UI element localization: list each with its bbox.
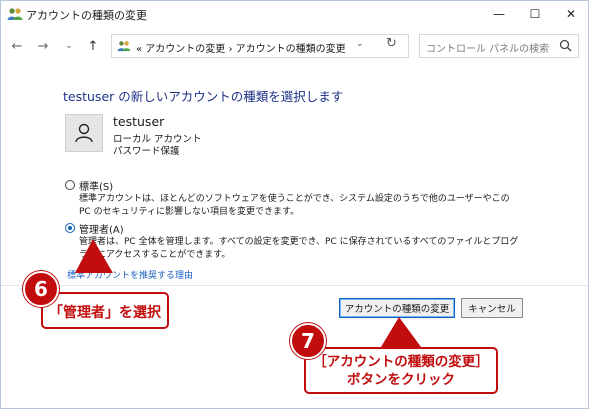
- standard-radio[interactable]: [65, 180, 75, 190]
- users-icon: [117, 41, 131, 52]
- recent-locations-button[interactable]: ⌄: [59, 36, 79, 56]
- up-button[interactable]: ↑: [83, 36, 103, 56]
- password-status: パスワード保護: [113, 146, 180, 157]
- control-panel-window: アカウントの種類の変更 — ☐ ✕ ← → ⌄ ↑ « アカウントの変更 › ア…: [0, 0, 589, 409]
- window-title: アカウントの種類の変更: [26, 9, 147, 22]
- address-dropdown-icon[interactable]: ⌄: [356, 39, 364, 49]
- close-button[interactable]: ✕: [553, 1, 589, 27]
- search-icon[interactable]: [559, 39, 572, 52]
- user-icon: [75, 123, 93, 143]
- administrator-radio[interactable]: [65, 223, 75, 233]
- step7-badge: 7: [290, 323, 326, 359]
- cancel-button[interactable]: キャンセル: [461, 298, 523, 318]
- back-button[interactable]: ←: [7, 36, 27, 56]
- standard-option-description: 標準アカウントは、ほとんどのソフトウェアを使うことができ、システム設定のうちで他…: [79, 194, 510, 217]
- users-icon: [7, 8, 23, 20]
- page-heading: testuser の新しいアカウントの種類を選択します: [63, 89, 344, 104]
- avatar: [65, 114, 103, 152]
- forward-button[interactable]: →: [33, 36, 53, 56]
- breadcrumb[interactable]: « アカウントの変更 › アカウントの種類の変更: [136, 40, 346, 55]
- step7-text-line1: ［アカウントの種類の変更］: [313, 354, 489, 370]
- change-account-type-button[interactable]: アカウントの種類の変更: [339, 298, 455, 318]
- user-name: testuser: [113, 114, 165, 129]
- step7-text-line2: ボタンをクリック: [347, 372, 455, 388]
- maximize-button[interactable]: ☐: [517, 1, 553, 27]
- standard-reason-link[interactable]: 標準アカウントを推奨する理由: [67, 268, 193, 281]
- step7-callout: ［アカウントの種類の変更］ ボタンをクリック: [304, 347, 498, 394]
- divider: [1, 285, 588, 286]
- step6-text: 「管理者」を選択: [49, 305, 161, 321]
- step7-pointer: [381, 317, 421, 347]
- refresh-icon[interactable]: ↻: [386, 36, 397, 51]
- step6-callout: 「管理者」を選択: [41, 292, 169, 329]
- administrator-option-description: 管理者は、PC 全体を管理します。すべての設定を変更でき、PC に保存されている…: [79, 237, 519, 260]
- search-input[interactable]: コントロール パネルの検索: [419, 34, 579, 58]
- standard-option-label[interactable]: 標準(S): [79, 178, 113, 193]
- administrator-option-label[interactable]: 管理者(A): [79, 221, 124, 236]
- address-bar[interactable]: « アカウントの変更 › アカウントの種類の変更: [111, 34, 409, 58]
- step6-badge: 6: [23, 271, 59, 307]
- search-placeholder: コントロール パネルの検索: [426, 44, 550, 55]
- minimize-button[interactable]: —: [481, 1, 517, 27]
- title-bar: アカウントの種類の変更 — ☐ ✕: [1, 1, 588, 27]
- navigation-bar: ← → ⌄ ↑ « アカウントの変更 › アカウントの種類の変更 ⌄ ↻ コント…: [1, 27, 588, 65]
